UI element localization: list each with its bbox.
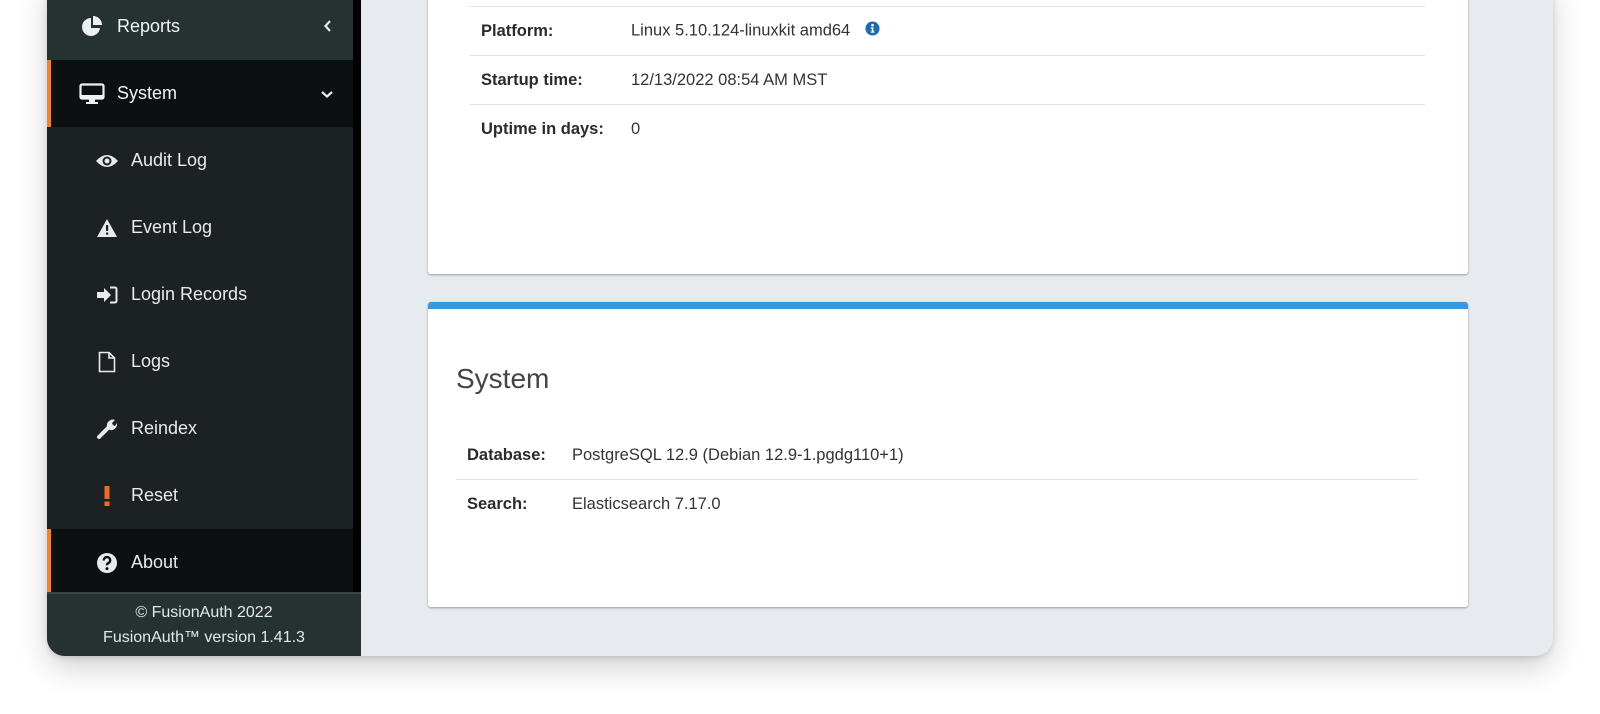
sign-in-icon <box>95 286 119 304</box>
row-key: Startup time: <box>481 70 583 89</box>
sidebar-item-reports[interactable]: Reports <box>47 0 353 60</box>
table-row: Startup time: 12/13/2022 08:54 AM MST <box>469 56 1425 105</box>
row-key: Search: <box>467 494 528 513</box>
panel-title: System <box>456 363 550 394</box>
copyright-text: © FusionAuth 2022 <box>135 604 273 621</box>
table-row: Platform: Linux 5.10.124-linuxkit amd64 <box>469 7 1425 56</box>
table-row: Search: Elasticsearch 7.17.0 <box>456 480 1418 529</box>
sidebar: Reports System Audit Log Event Log Login… <box>47 0 361 656</box>
eye-icon <box>95 153 119 169</box>
sidebar-item-label: Logs <box>131 351 171 371</box>
table-row: Database: PostgreSQL 12.9 (Debian 12.9-1… <box>456 431 1418 480</box>
desktop-icon <box>79 82 105 105</box>
sidebar-item-label: Reports <box>117 16 181 36</box>
table-row: Uptime in days: 0 <box>469 105 1425 154</box>
row-value: 12/13/2022 08:54 AM MST <box>631 70 828 89</box>
row-key: Uptime in days: <box>481 119 604 138</box>
row-value: 0 <box>631 119 641 138</box>
row-value: Elasticsearch 7.17.0 <box>572 494 721 513</box>
chevron-down-icon <box>321 86 333 102</box>
sidebar-item-label: Audit Log <box>131 150 208 170</box>
sidebar-item-reset[interactable]: Reset <box>47 462 353 529</box>
sidebar-item-system[interactable]: System <box>47 60 353 127</box>
system-panel: System Database: PostgreSQL 12.9 (Debian… <box>428 302 1468 607</box>
warning-icon <box>95 218 119 238</box>
sidebar-item-label: About <box>131 552 179 572</box>
chevron-left-icon <box>323 19 333 35</box>
sidebar-item-label: Reset <box>131 485 179 505</box>
about-panel: Platform: Linux 5.10.124-linuxkit amd64 … <box>428 0 1468 274</box>
sidebar-item-about[interactable]: About <box>47 529 353 596</box>
row-key: Database: <box>467 445 546 464</box>
exclamation-icon <box>95 485 119 506</box>
main-content: Platform: Linux 5.10.124-linuxkit amd64 … <box>361 0 1553 656</box>
sidebar-item-label: Reindex <box>131 418 198 438</box>
sidebar-item-event-log[interactable]: Event Log <box>47 194 353 261</box>
sidebar-footer: © FusionAuth 2022 FusionAuth™ version 1.… <box>47 592 361 656</box>
system-table: Database: PostgreSQL 12.9 (Debian 12.9-1… <box>456 431 1418 528</box>
info-icon[interactable] <box>865 21 880 41</box>
row-value: Linux 5.10.124-linuxkit amd64 <box>631 7 1425 56</box>
sidebar-item-login-records[interactable]: Login Records <box>47 261 353 328</box>
question-circle-icon <box>95 552 119 574</box>
sidebar-item-logs[interactable]: Logs <box>47 328 353 395</box>
file-icon <box>95 351 119 373</box>
wrench-icon <box>95 418 119 440</box>
sidebar-item-audit-log[interactable]: Audit Log <box>47 127 353 194</box>
sidebar-item-label: Login Records <box>131 284 248 304</box>
sidebar-item-reindex[interactable]: Reindex <box>47 395 353 462</box>
platform-value: Linux 5.10.124-linuxkit amd64 <box>631 21 851 40</box>
app-window: Reports System Audit Log Event Log Login… <box>47 0 1553 656</box>
pie-chart-icon <box>79 15 105 38</box>
sidebar-item-label: Event Log <box>131 217 213 237</box>
about-table: Platform: Linux 5.10.124-linuxkit amd64 … <box>469 6 1425 153</box>
row-value: PostgreSQL 12.9 (Debian 12.9-1.pgdg110+1… <box>572 445 904 464</box>
sidebar-item-label: System <box>117 83 178 103</box>
row-key: Platform: <box>481 21 554 40</box>
version-text: FusionAuth™ version 1.41.3 <box>103 629 305 646</box>
